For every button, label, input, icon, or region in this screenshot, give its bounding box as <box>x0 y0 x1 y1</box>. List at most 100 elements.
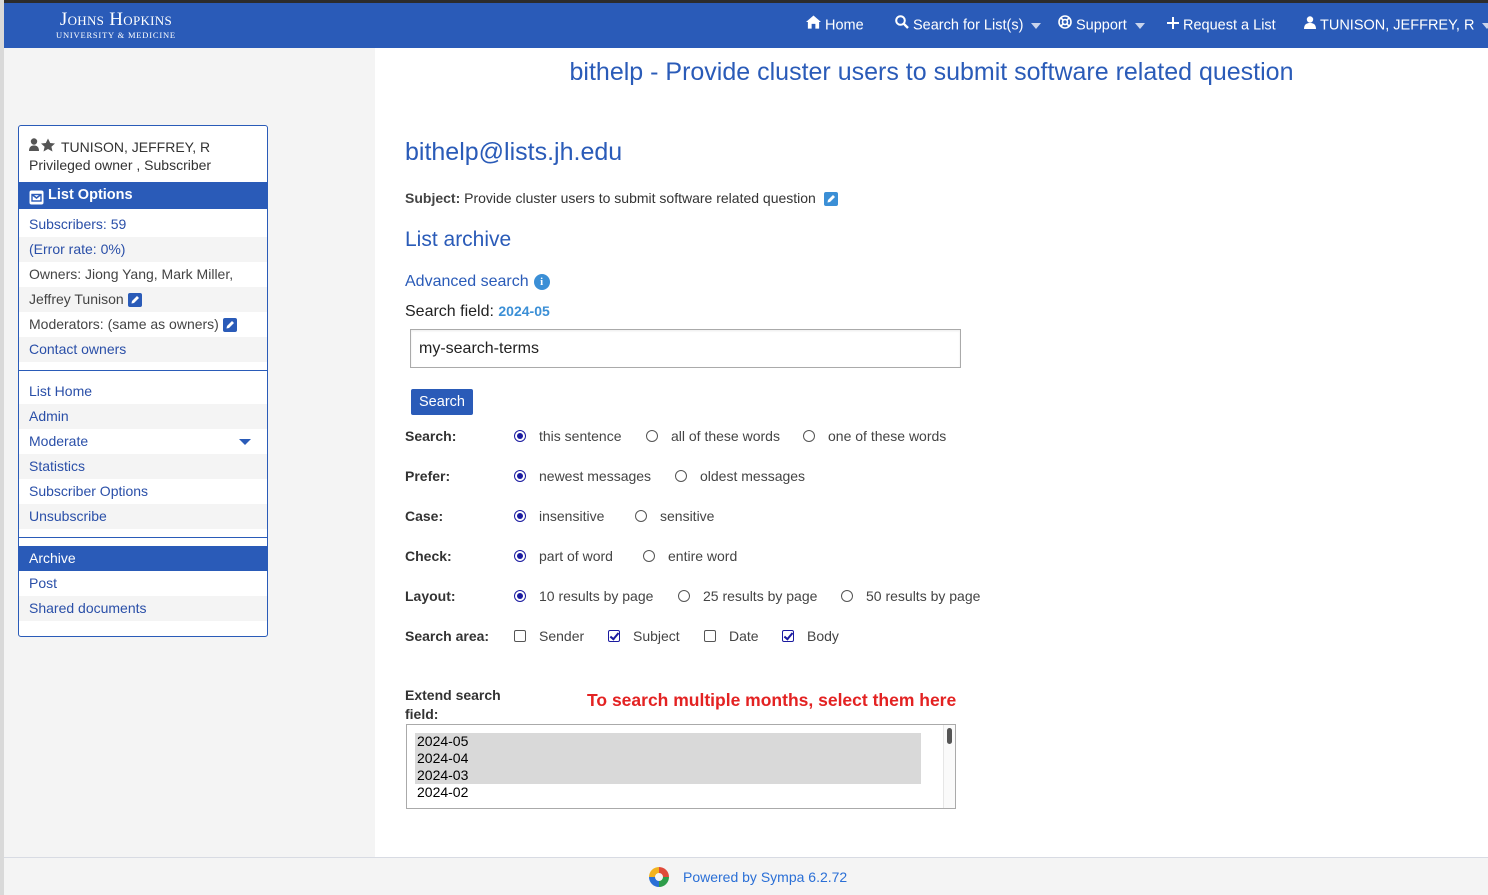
checkbox-date[interactable]: Date <box>699 628 777 644</box>
radio-button[interactable] <box>635 510 647 522</box>
sidebar-item-list-home[interactable]: List Home <box>19 379 267 404</box>
radio-button[interactable] <box>643 550 655 562</box>
checkbox[interactable] <box>704 630 716 642</box>
envelope-icon <box>29 188 44 205</box>
page-title: bithelp - Provide cluster users to submi… <box>569 58 1294 86</box>
owners-name-last: Jeffrey Tunison <box>29 291 124 307</box>
prefer-row: Prefer: newest messages oldest messages <box>405 466 805 486</box>
radio-button[interactable] <box>514 590 526 602</box>
month-option[interactable]: 2024-04 <box>415 750 921 767</box>
edit-owners-icon[interactable] <box>127 293 142 308</box>
sidebar-item-statistics[interactable]: Statistics <box>19 454 267 479</box>
subscribers-link[interactable]: Subscribers: 59 <box>19 212 267 237</box>
scrollbar-thumb[interactable] <box>947 728 952 744</box>
multi-month-hint: To search multiple months, select them h… <box>587 690 957 710</box>
nav-user-label: TUNISON, JEFFREY, R <box>1320 17 1475 34</box>
sidebar-item-moderate[interactable]: Moderate <box>19 429 267 454</box>
radio-one-word[interactable]: one of these words <box>798 428 946 444</box>
edit-moderators-icon[interactable] <box>222 318 237 333</box>
sympa-logo-icon <box>648 866 670 888</box>
footer-powered-by[interactable]: Powered by Sympa 6.2.72 <box>648 866 847 888</box>
top-navbar: Johns Hopkins UNIVERSITY & MEDICINE Home… <box>4 3 1488 48</box>
nav-request-list-label: Request a List <box>1183 17 1276 34</box>
radio-sensitive[interactable]: sensitive <box>630 508 714 524</box>
nav-request-list[interactable]: Request a List <box>1167 3 1276 48</box>
month-list-scrollbar[interactable] <box>943 725 955 808</box>
sidebar-item-shared-documents[interactable]: Shared documents <box>19 596 267 621</box>
sidebar-user-roles: Privileged owner , Subscriber <box>29 157 212 173</box>
nav-home-label: Home <box>825 17 864 34</box>
sidebar-item-archive[interactable]: Archive <box>19 546 267 571</box>
radio-button[interactable] <box>803 430 815 442</box>
jhu-logo[interactable]: Johns Hopkins UNIVERSITY & MEDICINE <box>56 10 176 41</box>
radio-label: insensitive <box>539 508 605 524</box>
checkbox-body[interactable]: Body <box>777 628 839 644</box>
footer: Powered by Sympa 6.2.72 <box>4 857 1488 895</box>
user-icon <box>1304 3 1316 48</box>
layout-label: Layout: <box>405 588 456 604</box>
radio-button[interactable] <box>678 590 690 602</box>
checkbox-label: Body <box>807 628 839 644</box>
sidebar-user-name: TUNISON, JEFFREY, R <box>61 139 211 155</box>
plus-icon <box>1167 3 1179 48</box>
checkbox-label: Sender <box>539 628 585 644</box>
search-input[interactable] <box>410 329 961 368</box>
error-rate-link[interactable]: (Error rate: 0%) <box>19 237 267 262</box>
archive-heading: List archive <box>405 228 512 251</box>
search-button[interactable]: Search <box>411 389 473 415</box>
subject-label: Subject: <box>405 190 461 206</box>
nav-user-menu[interactable]: TUNISON, JEFFREY, R <box>1304 3 1488 48</box>
checkbox[interactable] <box>608 630 620 642</box>
chevron-down-icon[interactable] <box>239 439 251 445</box>
checkbox-sender[interactable]: Sender <box>509 628 603 644</box>
checkbox-subject[interactable]: Subject <box>603 628 699 644</box>
nav-support[interactable]: Support <box>1058 3 1145 48</box>
radio-newest[interactable]: newest messages <box>509 468 670 484</box>
radio-insensitive[interactable]: insensitive <box>509 508 630 524</box>
radio-50-results[interactable]: 50 results by page <box>836 588 980 604</box>
sidebar-item-post[interactable]: Post <box>19 571 267 596</box>
edit-subject-icon[interactable] <box>823 192 838 207</box>
radio-button[interactable] <box>841 590 853 602</box>
radio-label: 50 results by page <box>866 588 981 604</box>
checkbox[interactable] <box>782 630 794 642</box>
sidebar: TUNISON, JEFFREY, R Privileged owner , S… <box>18 125 268 637</box>
advanced-search-heading: Advanced search i <box>405 273 550 291</box>
radio-part-of-word[interactable]: part of word <box>509 548 638 564</box>
sidebar-item-unsubscribe[interactable]: Unsubscribe <box>19 504 267 529</box>
radio-button[interactable] <box>514 550 526 562</box>
chevron-down-icon <box>1134 22 1145 29</box>
radio-25-results[interactable]: 25 results by page <box>673 588 836 604</box>
info-icon[interactable]: i <box>533 274 550 290</box>
radio-entire-word[interactable]: entire word <box>638 548 737 564</box>
radio-10-results[interactable]: 10 results by page <box>509 588 673 604</box>
sidebar-item-admin[interactable]: Admin <box>19 404 267 429</box>
moderators-text: Moderators: (same as owners) <box>29 316 219 332</box>
month-multiselect[interactable]: 2024-05 2024-04 2024-03 2024-02 <box>406 724 956 809</box>
checkbox[interactable] <box>514 630 526 642</box>
radio-button[interactable] <box>675 470 687 482</box>
radio-oldest[interactable]: oldest messages <box>670 468 805 484</box>
sidebar-item-subscriber-options[interactable]: Subscriber Options <box>19 479 267 504</box>
radio-label: this sentence <box>539 428 622 444</box>
nav-home[interactable]: Home <box>806 3 864 48</box>
radio-button[interactable] <box>514 470 526 482</box>
radio-button[interactable] <box>514 430 526 442</box>
radio-this-sentence[interactable]: this sentence <box>509 428 641 444</box>
sidebar-user-name-row: TUNISON, JEFFREY, R <box>29 138 257 156</box>
chevron-down-icon <box>1482 22 1488 29</box>
lifebuoy-icon <box>1058 3 1072 48</box>
month-option[interactable]: 2024-02 <box>415 784 921 801</box>
search-icon <box>895 3 909 48</box>
powered-by-link[interactable]: Powered by Sympa 6.2.72 <box>683 869 847 885</box>
month-option[interactable]: 2024-05 <box>415 733 921 750</box>
radio-button[interactable] <box>646 430 658 442</box>
radio-all-words[interactable]: all of these words <box>641 428 798 444</box>
list-options-header: List Options <box>19 182 267 209</box>
month-option[interactable]: 2024-03 <box>415 767 921 784</box>
checkbox-label: Subject <box>633 628 680 644</box>
nav-search-lists[interactable]: Search for List(s) <box>895 3 1042 48</box>
contact-owners-link[interactable]: Contact owners <box>19 337 267 362</box>
subject-line: Subject: Provide cluster users to submit… <box>405 190 838 207</box>
radio-button[interactable] <box>514 510 526 522</box>
